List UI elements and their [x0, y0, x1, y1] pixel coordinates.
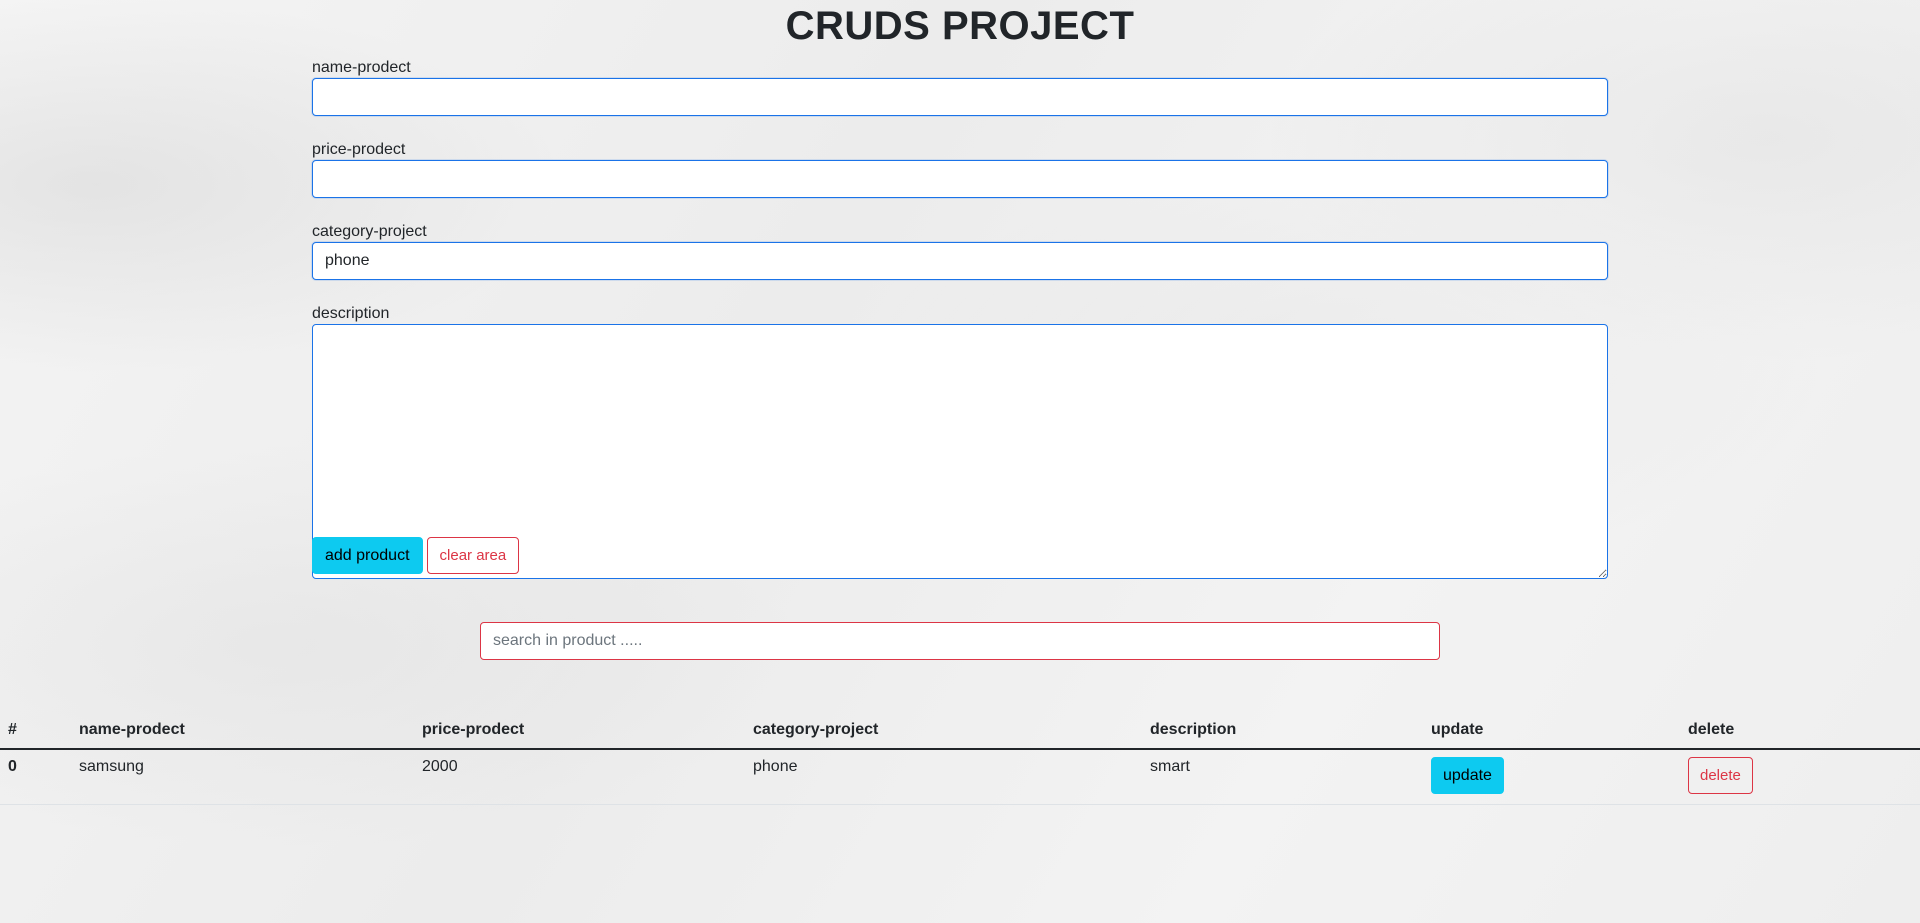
category-label: category-project	[312, 223, 427, 240]
product-form: name-prodect price-prodect category-proj…	[312, 58, 1608, 579]
cell-category: phone	[745, 749, 1142, 805]
table-row: 0 samsung 2000 phone smart update delete	[0, 749, 1920, 805]
products-table: # name-prodect price-prodect category-pr…	[0, 712, 1920, 805]
col-header-price: price-prodect	[414, 712, 745, 750]
col-header-name: name-prodect	[71, 712, 414, 750]
col-header-description: description	[1142, 712, 1423, 750]
delete-button[interactable]: delete	[1688, 757, 1753, 794]
col-header-update: update	[1423, 712, 1680, 750]
form-actions: add product clear area	[312, 537, 520, 574]
col-header-category: category-project	[745, 712, 1142, 750]
search-input[interactable]	[480, 622, 1440, 660]
cell-index: 0	[0, 749, 71, 805]
add-product-button[interactable]: add product	[312, 537, 423, 574]
price-input[interactable]	[312, 160, 1608, 198]
page-title: CRUDS PROJECT	[785, 4, 1135, 48]
table-header-row: # name-prodect price-prodect category-pr…	[0, 712, 1920, 750]
price-label: price-prodect	[312, 141, 406, 158]
cell-price: 2000	[414, 749, 745, 805]
cell-update: update	[1423, 749, 1680, 805]
col-header-delete: delete	[1680, 712, 1920, 750]
cell-name: samsung	[71, 749, 414, 805]
description-label: description	[312, 305, 390, 322]
cell-description: smart	[1142, 749, 1423, 805]
cell-delete: delete	[1680, 749, 1920, 805]
name-input[interactable]	[312, 78, 1608, 116]
update-button[interactable]: update	[1431, 757, 1504, 794]
col-header-index: #	[0, 712, 71, 750]
clear-area-button[interactable]: clear area	[426, 537, 520, 574]
name-label: name-prodect	[312, 59, 411, 76]
category-input[interactable]	[312, 242, 1608, 280]
